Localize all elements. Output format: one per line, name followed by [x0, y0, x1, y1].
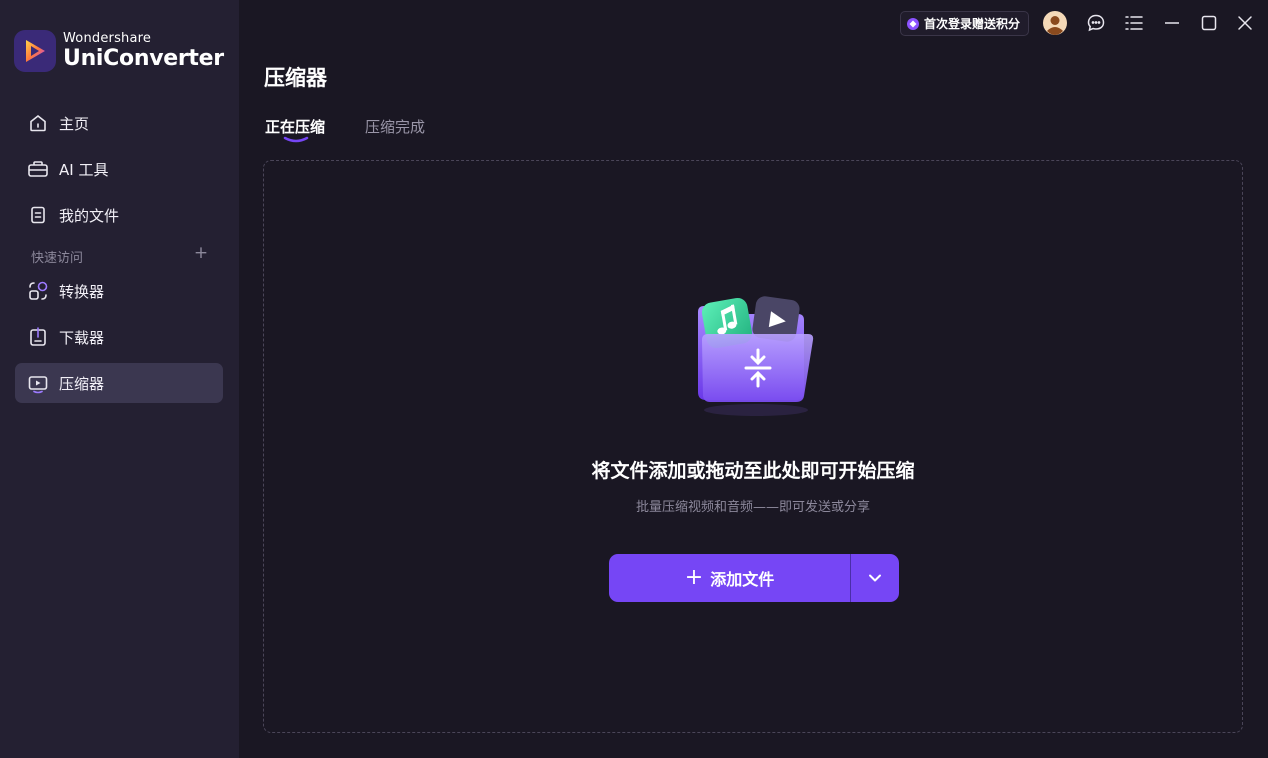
close-icon[interactable] [1233, 11, 1257, 35]
ai-toolbox-icon [27, 158, 49, 180]
quick-access-label: 快速访问 [31, 251, 84, 266]
sidebar-item-label: 我的文件 [59, 206, 120, 225]
menu-list-icon[interactable] [1122, 11, 1146, 35]
maximize-icon[interactable] [1197, 11, 1221, 35]
minimize-icon[interactable] [1160, 11, 1184, 35]
brand-company: Wondershare [63, 31, 152, 46]
home-icon [27, 112, 49, 134]
downloader-icon [27, 326, 49, 348]
sidebar: Wondershare UniConverter 主页 AI 工具 我的文件 快… [0, 0, 239, 758]
active-tab-indicator [283, 136, 309, 143]
add-files-button[interactable]: + 添加文件 [609, 554, 850, 602]
sidebar-item-label: 下载器 [59, 328, 105, 347]
login-reward-badge[interactable]: 首次登录赠送积分 [900, 11, 1030, 36]
reward-icon [907, 17, 919, 30]
sidebar-item-label: AI 工具 [59, 160, 109, 179]
sidebar-item-ai-tools[interactable]: AI 工具 [15, 149, 223, 189]
add-files-dropdown-button[interactable] [851, 554, 899, 602]
tab-completed[interactable]: 压缩完成 [365, 116, 425, 137]
drop-zone-title: 将文件添加或拖动至此处即可开始压缩 [591, 460, 915, 482]
sidebar-item-converter[interactable]: 转换器 [15, 271, 223, 311]
page-title: 压缩器 [264, 66, 327, 90]
compress-folder-illustration-icon [698, 296, 814, 416]
chevron-down-icon [869, 574, 881, 582]
drop-zone-subtitle: 批量压缩视频和音频——即可发送或分享 [635, 500, 870, 515]
quick-access-add-icon[interactable]: + [193, 245, 209, 262]
feedback-chat-icon[interactable] [1084, 11, 1108, 35]
file-icon [27, 204, 49, 226]
plus-icon: + [684, 565, 704, 590]
brand-product: UniConverter [63, 46, 224, 71]
sidebar-item-home[interactable]: 主页 [15, 103, 223, 143]
converter-icon [27, 280, 49, 302]
sidebar-item-my-files[interactable]: 我的文件 [15, 195, 223, 235]
file-drop-zone[interactable] [263, 160, 1243, 733]
sidebar-item-downloader[interactable]: 下载器 [15, 317, 223, 357]
sidebar-item-compressor[interactable]: 压缩器 [15, 363, 223, 403]
tab-compressing[interactable]: 正在压缩 [265, 116, 325, 137]
sidebar-item-label: 压缩器 [59, 374, 105, 393]
add-files-label: 添加文件 [710, 570, 775, 589]
brand: Wondershare UniConverter [14, 30, 224, 72]
sidebar-item-label: 主页 [59, 114, 90, 133]
login-reward-text: 首次登录赠送积分 [924, 17, 1021, 31]
user-avatar-icon[interactable] [1043, 11, 1067, 35]
compressor-icon [27, 372, 49, 394]
uniconverter-logo-icon [14, 30, 56, 72]
sidebar-item-label: 转换器 [59, 282, 105, 301]
